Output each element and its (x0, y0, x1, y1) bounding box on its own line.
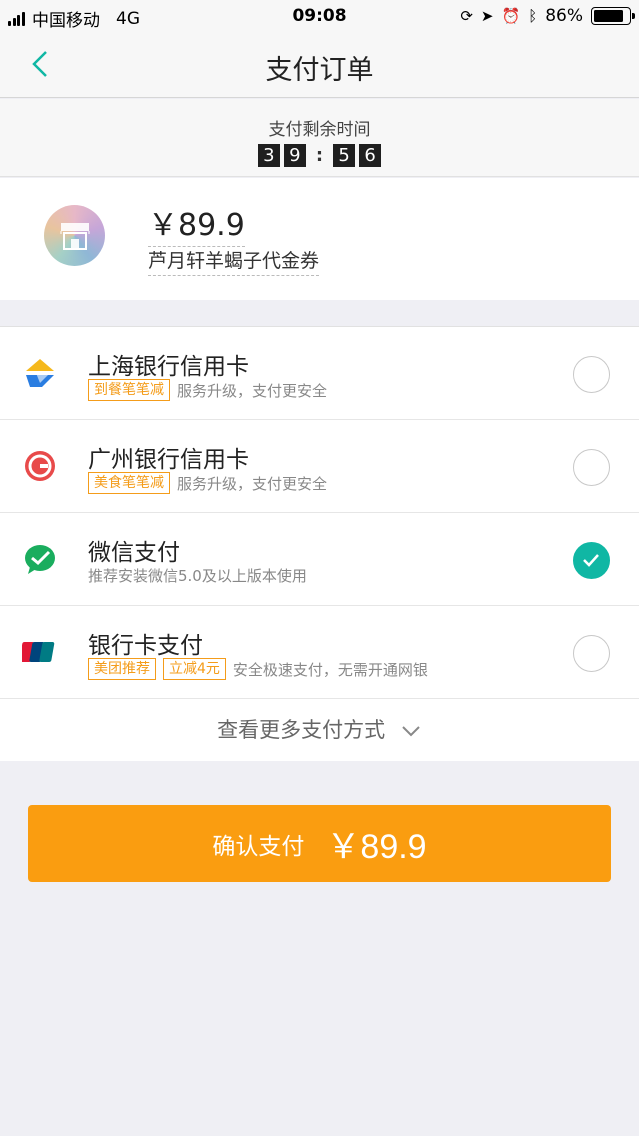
more-payment-methods[interactable]: 查看更多支付方式 (0, 699, 639, 761)
guangzhou-bank-icon (25, 451, 55, 481)
timer-digits: 3 9 : 5 6 (0, 144, 639, 167)
more-label: 查看更多支付方式 (217, 718, 386, 742)
order-name: 芦月轩羊蝎子代金券 (148, 246, 320, 276)
store-icon (60, 222, 89, 250)
chevron-down-icon (402, 726, 420, 737)
payment-option-bank-card[interactable]: 银行卡支付 美团推荐 立减4元 安全极速支付，无需开通网银 (0, 606, 639, 699)
order-summary: ￥89.9 芦月轩羊蝎子代金券 (0, 178, 639, 307)
payment-name: 广州银行信用卡 (88, 447, 249, 473)
order-price: ￥89.9 (148, 200, 245, 247)
payment-methods: 上海银行信用卡 到餐笔笔减 服务升级，支付更安全 广州银行信用卡 美食笔笔减 服… (0, 326, 639, 761)
timer-digit: 5 (333, 144, 356, 167)
timer-digit: 3 (257, 144, 280, 167)
payment-subtitle: 美团推荐 立减4元 安全极速支付，无需开通网银 (88, 658, 428, 680)
payment-radio[interactable] (573, 635, 610, 672)
timer-digit: 9 (283, 144, 306, 167)
promo-tag: 立减4元 (163, 658, 226, 680)
battery-icon (591, 7, 635, 25)
timer-label: 支付剩余时间 (268, 120, 371, 140)
battery-percent: 86% (545, 6, 583, 26)
payment-radio[interactable] (573, 356, 610, 393)
timer-digit: 6 (359, 144, 382, 167)
payment-radio[interactable] (573, 449, 610, 486)
payment-radio-checked[interactable] (573, 542, 610, 579)
payment-timer: 支付剩余时间 3 9 : 5 6 (0, 99, 639, 177)
nav-bar: 支付订单 (0, 34, 639, 98)
payment-desc: 服务升级，支付更安全 (177, 381, 328, 400)
payment-option-guangzhou-bank[interactable]: 广州银行信用卡 美食笔笔减 服务升级，支付更安全 (0, 420, 639, 513)
status-right: ⟳ ➤ ⏰ ᛒ 86% (452, 6, 635, 26)
bluetooth-icon: ᛒ (528, 7, 538, 25)
location-icon: ➤ (480, 7, 494, 25)
payment-option-shanghai-bank[interactable]: 上海银行信用卡 到餐笔笔减 服务升级，支付更安全 (0, 327, 639, 420)
confirm-price: ￥89.9 (326, 828, 427, 866)
merchant-avatar (44, 205, 105, 266)
status-bar: 中国移动 4G 09:08 ⟳ ➤ ⏰ ᛒ 86% (0, 0, 639, 34)
orientation-lock-icon: ⟳ (460, 7, 473, 25)
shanghai-bank-icon (26, 359, 54, 387)
timer-colon: : (315, 145, 324, 166)
payment-subtitle: 推荐安装微信5.0及以上版本使用 (88, 565, 307, 586)
confirm-payment-button[interactable]: 确认支付 ￥89.9 (28, 805, 611, 882)
payment-desc: 推荐安装微信5.0及以上版本使用 (88, 567, 307, 585)
payment-name: 上海银行信用卡 (88, 354, 249, 380)
payment-name: 微信支付 (88, 540, 180, 566)
payment-desc: 服务升级，支付更安全 (177, 474, 328, 493)
payment-subtitle: 到餐笔笔减 服务升级，支付更安全 (88, 379, 327, 401)
payment-subtitle: 美食笔笔减 服务升级，支付更安全 (88, 472, 327, 494)
promo-tag: 到餐笔笔减 (88, 379, 170, 401)
unionpay-icon (22, 642, 55, 662)
wechat-pay-icon (25, 545, 55, 574)
confirm-label: 确认支付 (212, 832, 305, 859)
payment-desc: 安全极速支付，无需开通网银 (232, 660, 428, 679)
promo-tag: 美团推荐 (88, 658, 156, 680)
promo-tag: 美食笔笔减 (88, 472, 170, 494)
payment-option-wechat[interactable]: 微信支付 推荐安装微信5.0及以上版本使用 (0, 513, 639, 606)
alarm-icon: ⏰ (501, 7, 521, 25)
check-icon (583, 554, 599, 567)
page-title: 支付订单 (265, 55, 374, 86)
payment-name: 银行卡支付 (88, 633, 203, 659)
